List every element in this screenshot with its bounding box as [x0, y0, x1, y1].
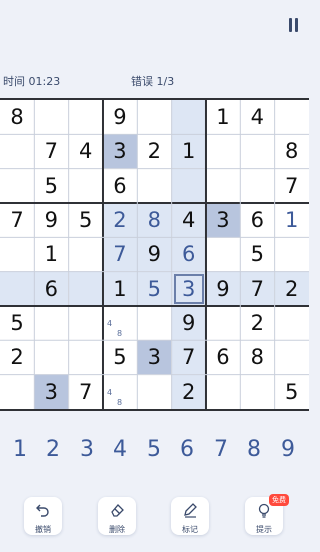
- sudoku-board: 8914743218567795284361179656153972592253…: [0, 98, 309, 411]
- timer: 时间 01:23: [3, 75, 61, 88]
- tool-label: 标记: [182, 525, 198, 534]
- pencil-icon: [182, 497, 198, 522]
- eraser-icon: [109, 497, 125, 522]
- number-pad-digit[interactable]: 8: [237, 437, 271, 462]
- pencil-button[interactable]: 标记: [171, 497, 209, 535]
- mistake-counter: 错误 1/3: [131, 75, 175, 88]
- pause-icon-bar: [289, 18, 292, 32]
- undo-button[interactable]: 撤销: [24, 497, 62, 535]
- number-pad-digit[interactable]: 7: [204, 437, 238, 462]
- eraser-button[interactable]: 删除: [98, 497, 136, 535]
- pause-button[interactable]: [288, 18, 300, 32]
- number-pad-digit[interactable]: 5: [137, 437, 171, 462]
- tool-label: 提示: [256, 525, 272, 534]
- grid-lines: [0, 100, 309, 409]
- number-pad-digit[interactable]: 4: [103, 437, 137, 462]
- number-pad-digit[interactable]: 2: [36, 437, 70, 462]
- tool-label: 删除: [109, 525, 125, 534]
- number-pad-digit[interactable]: 3: [70, 437, 104, 462]
- toolbar: 撤销 删除 标记 提示: [0, 497, 309, 541]
- pause-icon-bar: [295, 18, 298, 32]
- number-pad-digit[interactable]: 6: [170, 437, 204, 462]
- tool-label: 撤销: [35, 525, 51, 534]
- number-pad-digit[interactable]: 1: [3, 437, 37, 462]
- undo-icon: [35, 497, 51, 522]
- number-pad-digit[interactable]: 9: [271, 437, 305, 462]
- number-pad: 123456789: [0, 437, 309, 467]
- free-badge: 免费: [269, 494, 289, 506]
